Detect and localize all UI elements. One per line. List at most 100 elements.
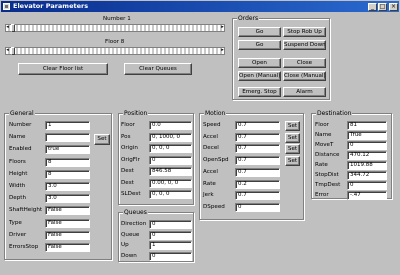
motion-label-3: OpenSpd <box>203 157 229 164</box>
destination-field-6[interactable]: 0 <box>347 181 387 190</box>
motion-field-3[interactable]: 0.7 <box>235 156 280 166</box>
general-set-button[interactable]: Set <box>94 134 110 145</box>
slider-thumb[interactable] <box>11 47 15 55</box>
queues-field-3[interactable]: 0 <box>149 251 192 261</box>
right-arrow-icon[interactable]: ▸ <box>220 24 225 32</box>
destination-label-6: TmpDest <box>315 182 341 188</box>
general-field-4[interactable]: 8 <box>45 169 90 179</box>
position-field-2[interactable]: 0, 0, 0 <box>149 144 192 153</box>
motion-field-2[interactable]: 0.7 <box>235 144 280 154</box>
general-field-1[interactable] <box>45 133 90 143</box>
queues-field-0[interactable]: 0 <box>149 220 192 229</box>
clear-floor-list-button[interactable]: Clear Floor list <box>18 63 108 75</box>
queues-field-2[interactable]: 1 <box>149 241 192 250</box>
motion-field-5[interactable]: 0.2 <box>235 179 280 189</box>
order-button-8[interactable]: Close (Manual) <box>283 71 326 81</box>
motion-label-4: Accel <box>203 168 218 175</box>
position-field-3[interactable]: 0 <box>149 155 192 165</box>
destination-field-4[interactable]: 1019.88 <box>347 161 387 170</box>
general-label-10: ErrorsStop <box>9 244 39 250</box>
app-icon <box>3 3 10 10</box>
order-button-4[interactable]: Suspend Down <box>283 40 326 50</box>
queues-label-0: Direction <box>121 221 147 227</box>
destination-panel: Destination Floor 81 Name True MoveT 0 Distanc… <box>311 110 392 200</box>
motion-label-6: Jerk <box>203 192 214 199</box>
general-label-0: Number <box>9 122 32 128</box>
general-label-6: Depth <box>9 195 27 202</box>
motion-field-1[interactable]: 0.7 <box>235 132 280 142</box>
motion-label-1: Accel <box>203 133 218 140</box>
motion-set-button-2[interactable]: Set <box>285 144 300 155</box>
motion-set-button-3[interactable]: Set <box>285 156 300 167</box>
general-label-5: Width <box>9 183 26 189</box>
general-label-2: Enabled <box>9 146 32 153</box>
position-field-4[interactable]: 846.58 <box>149 167 192 176</box>
order-button-7[interactable]: Open (Manual) <box>238 71 281 81</box>
maximize-icon[interactable]: □ <box>378 3 387 11</box>
general-field-6[interactable]: 3.0 <box>45 194 90 204</box>
order-button-5[interactable]: Open <box>238 58 281 68</box>
slider-thumb[interactable] <box>11 24 15 32</box>
orders-panel: Orders Go Stop Rob Up Go Suspend Down Op… <box>232 15 330 100</box>
alarm-button[interactable]: Alarm <box>283 87 326 97</box>
order-button-2[interactable]: Stop Rob Up <box>283 27 326 37</box>
order-button-6[interactable]: Close <box>283 58 326 68</box>
general-field-3[interactable]: 8 <box>45 157 90 167</box>
number-slider[interactable]: ◂ ▸ <box>5 24 225 32</box>
general-field-5[interactable]: 3.0 <box>45 182 90 191</box>
minimize-icon[interactable]: _ <box>368 3 377 11</box>
emergency-stop-button[interactable]: Emerg. Stop <box>238 87 281 97</box>
motion-title: Motion <box>204 110 227 117</box>
queues-field-1[interactable]: 0 <box>149 230 192 240</box>
clear-queues-button[interactable]: Clear Queues <box>124 63 192 75</box>
destination-field-7[interactable]: -.47 <box>347 191 387 200</box>
destination-label-2: MoveT <box>315 142 334 148</box>
order-button-1[interactable]: Go <box>238 27 281 37</box>
general-field-0[interactable]: 1 <box>45 121 90 130</box>
motion-set-button-0[interactable]: Set <box>285 121 300 131</box>
destination-label-3: Distance <box>315 152 340 158</box>
motion-label-2: Decel <box>203 145 219 152</box>
destination-field-2[interactable]: 0 <box>347 141 387 150</box>
destination-field-5[interactable]: 344.72 <box>347 171 387 180</box>
general-label-9: Driver <box>9 231 27 238</box>
destination-label-0: Floor <box>315 122 329 128</box>
right-arrow-icon[interactable]: ▸ <box>220 47 225 55</box>
motion-field-6[interactable]: 0.7 <box>235 191 280 201</box>
position-field-1[interactable]: 0, 1000, 0 <box>149 132 192 142</box>
motion-field-7[interactable]: 0 <box>235 202 280 212</box>
destination-title: Destination <box>316 110 353 117</box>
destination-field-3[interactable]: 470.12 <box>347 151 387 160</box>
order-button-3[interactable]: Go <box>238 40 281 50</box>
motion-field-0[interactable]: 0.7 <box>235 121 280 130</box>
general-field-7[interactable]: False <box>45 206 90 216</box>
destination-field-0[interactable]: 81 <box>347 121 387 130</box>
destination-field-1[interactable]: True <box>347 131 387 140</box>
position-field-5[interactable]: 0.00, 0, 0 <box>149 178 192 188</box>
close-icon[interactable]: × <box>389 3 398 11</box>
destination-label-5: StopDist <box>315 172 339 178</box>
position-field-6[interactable]: 0, 0, 0 <box>149 190 192 199</box>
destination-label-4: Rate <box>315 162 328 168</box>
queues-label-3: Down <box>121 252 137 259</box>
general-field-10[interactable]: False <box>45 243 90 252</box>
position-label-0: Floor <box>121 122 135 128</box>
left-arrow-icon[interactable]: ◂ <box>5 24 10 32</box>
general-label-7: ShaftHeight <box>9 207 43 214</box>
position-field-0[interactable]: 0.0 <box>149 121 192 130</box>
motion-label-5: Rate <box>203 180 216 187</box>
left-arrow-icon[interactable]: ◂ <box>5 47 10 55</box>
general-label-3: Floors <box>9 158 26 165</box>
motion-field-4[interactable]: 0.7 <box>235 167 280 177</box>
orders-title: Orders <box>237 15 260 22</box>
general-field-2[interactable]: true <box>45 145 90 155</box>
general-label-8: Type <box>9 219 22 226</box>
motion-set-button-1[interactable]: Set <box>285 132 300 143</box>
motion-label-7: DSpeed <box>203 203 225 210</box>
general-field-8[interactable]: False <box>45 218 90 228</box>
general-field-9[interactable]: False <box>45 230 90 240</box>
destination-label-1: Name <box>315 132 332 138</box>
general-panel: General Set Number 1 Name Enabled true Floors… <box>4 110 112 260</box>
title-bar[interactable]: Elevator Parameters _ □ × <box>1 1 399 12</box>
floor-slider[interactable]: ◂ ▸ <box>5 47 225 55</box>
